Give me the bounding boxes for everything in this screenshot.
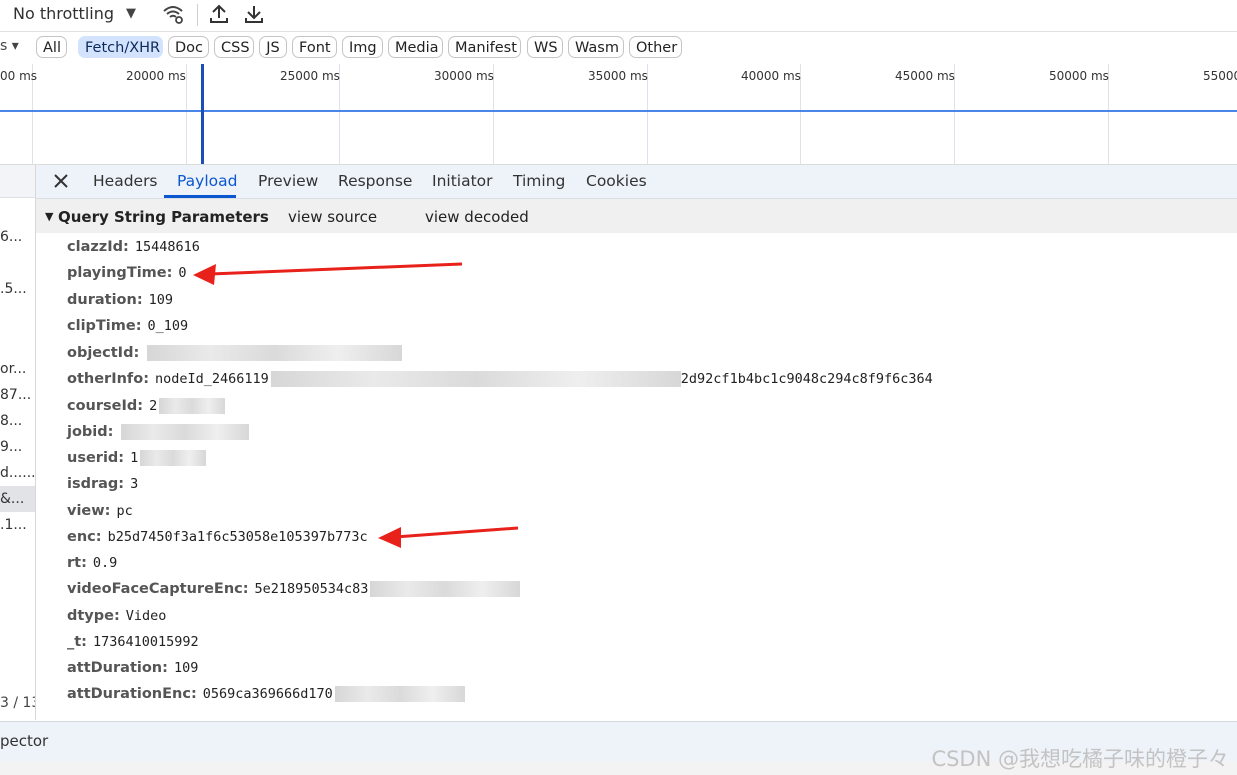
watermark: CSDN @我想吃橘子味的橙子々 [931, 747, 1229, 771]
annotation-arrow-playingtime [193, 262, 463, 285]
annotation-arrow-enc [378, 526, 519, 548]
drawer-tab-inspector[interactable]: pector [0, 732, 48, 750]
annotation-arrows [193, 262, 519, 548]
